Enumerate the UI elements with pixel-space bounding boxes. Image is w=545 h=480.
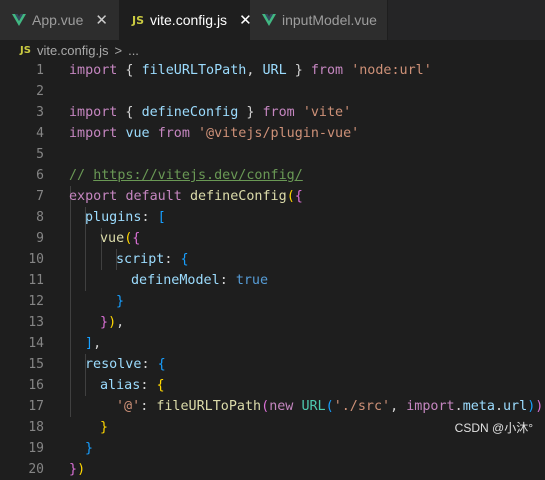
tab-app-vue[interactable]: App.vue ✕ [0,0,120,40]
line-number: 6 [36,168,44,183]
line-number: 17 [28,399,44,414]
code-text: } [116,294,125,309]
tab-vite-config[interactable]: JS vite.config.js ✕ [120,0,252,40]
code-line: 13 }), [0,312,545,333]
line-number: 2 [36,84,44,99]
line-number: 3 [36,105,44,120]
line-number: 12 [28,294,44,309]
line-number: 5 [36,147,44,162]
line-number: 13 [28,315,44,330]
line-number: 11 [28,273,44,288]
code-line: 7 export default defineConfig({ [0,186,545,207]
code-line: 8 plugins: [ [0,207,545,228]
code-text: defineModel: true [131,273,269,288]
code-line: 4 import vue from '@vitejs/plugin-vue' [0,123,545,144]
watermark: CSDN @小沐° [454,421,533,435]
code-text: alias: { [100,378,165,393]
close-icon[interactable]: ✕ [95,11,108,29]
tab-label: vite.config.js [150,12,228,28]
line-number: 1 [36,63,44,78]
line-number: 18 [28,420,44,435]
code-line: 15 resolve: { [0,354,545,375]
code-line: 5 [0,144,545,165]
line-number: 16 [28,378,44,393]
line-number: 8 [36,210,44,225]
line-number: 20 [28,462,44,477]
code-text: }) [69,462,86,477]
line-number: 9 [36,231,44,246]
code-line: 3 import { defineConfig } from 'vite' [0,102,545,123]
js-icon: JS [20,44,31,56]
code-line: 11 defineModel: true [0,270,545,291]
code-text: '@': fileURLToPath(new URL('./src', impo… [116,399,544,414]
code-text: ], [85,336,102,351]
code-editor[interactable]: 1 import { fileURLToPath, URL } from 'no… [0,60,545,477]
breadcrumb: JS vite.config.js > ... [0,40,545,60]
tab-label: App.vue [32,12,84,28]
code-text: plugins: [ [85,210,166,225]
breadcrumb-more[interactable]: ... [128,43,139,58]
code-line: 1 import { fileURLToPath, URL } from 'no… [0,60,545,81]
line-number: 4 [36,126,44,141]
code-line: 9 vue({ [0,228,545,249]
code-text: script: { [116,252,189,267]
code-text: export default defineConfig({ [69,189,303,204]
tab-input-model[interactable]: inputModel.vue [250,0,388,40]
code-text: resolve: { [85,357,166,372]
line-number: 10 [28,252,44,267]
js-icon: JS [132,13,145,27]
comment-link[interactable]: https://vitejs.dev/config/ [93,168,303,183]
line-number: 15 [28,357,44,372]
editor-tab-bar: App.vue ✕ JS vite.config.js ✕ inputModel… [0,0,545,40]
code-line: 17 '@': fileURLToPath(new URL('./src', i… [0,396,545,417]
code-text: vue({ [100,231,141,246]
line-number: 19 [28,441,44,456]
code-line: 14 ], [0,333,545,354]
line-number: 7 [36,189,44,204]
code-line: 10 script: { [0,249,545,270]
code-comment: // https://vitejs.dev/config/ [69,168,303,183]
vue-icon [12,14,26,26]
code-text: } [85,441,94,456]
code-text: import vue from '@vitejs/plugin-vue' [69,126,360,141]
code-line: 20 }) [0,459,545,480]
code-text: }), [100,315,125,330]
vue-icon [262,14,276,26]
code-line: 16 alias: { [0,375,545,396]
code-text: import { fileURLToPath, URL } from 'node… [69,63,432,78]
code-text: } [100,420,109,435]
code-line: 6 // https://vitejs.dev/config/ [0,165,545,186]
line-number: 14 [28,336,44,351]
chevron-right-icon: > [114,42,123,58]
code-line: 12 } [0,291,545,312]
code-text: import { defineConfig } from 'vite' [69,105,352,120]
code-line: 19 } [0,438,545,459]
code-line: 2 [0,81,545,102]
breadcrumb-file[interactable]: vite.config.js [37,43,109,58]
tab-label: inputModel.vue [282,12,377,28]
